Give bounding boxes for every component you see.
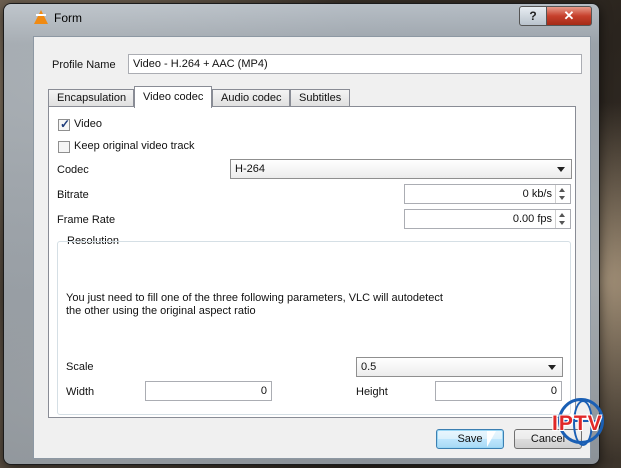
vlc-cone-icon	[34, 10, 48, 24]
frame-rate-value: 0.00 fps	[512, 213, 552, 225]
close-icon: ✕	[563, 8, 575, 23]
form-window: Form ? ✕ Profile Name Video - H.264 + AA…	[4, 4, 599, 464]
width-label: Width	[66, 386, 95, 398]
keep-original-label: Keep original video track	[74, 140, 195, 152]
codec-value: H-264	[235, 163, 265, 175]
bitrate-spin-buttons[interactable]	[555, 185, 570, 203]
window-title: Form	[54, 11, 82, 25]
arrow-up-icon	[559, 213, 565, 217]
codec-select[interactable]: H-264	[230, 159, 572, 179]
tab-label: Subtitles	[299, 92, 342, 104]
video-codec-panel: ✓ Video Keep original video track Codec …	[48, 106, 576, 418]
profile-name-input[interactable]: Video - H.264 + AAC (MP4)	[128, 54, 582, 74]
chevron-down-icon	[548, 365, 556, 370]
bitrate-spinbox[interactable]: 0 kb/s	[404, 184, 571, 204]
mouse-pointer-icon	[486, 430, 497, 448]
resolution-info-line-2: the other using the original aspect rati…	[66, 305, 256, 317]
tab-label: Encapsulation	[57, 92, 127, 104]
help-button[interactable]: ?	[519, 6, 547, 26]
height-label: Height	[356, 386, 388, 398]
chevron-down-icon	[557, 167, 565, 172]
dialog-body: Profile Name Video - H.264 + AAC (MP4) E…	[33, 36, 591, 459]
height-input[interactable]: 0	[435, 381, 562, 401]
bitrate-value: 0 kb/s	[522, 188, 552, 200]
video-checkbox-label: Video	[74, 118, 102, 130]
tab-label: Video codec	[143, 91, 204, 103]
title-bar[interactable]: Form ? ✕	[4, 4, 599, 30]
scale-select[interactable]: 0.5	[356, 357, 563, 377]
profile-name-label: Profile Name	[52, 59, 116, 71]
iptv-watermark-text: IPTV	[552, 412, 603, 435]
keep-original-checkbox[interactable]	[58, 141, 70, 153]
scale-label: Scale	[66, 361, 94, 373]
checkmark-icon: ✓	[60, 117, 71, 131]
arrow-up-icon	[559, 188, 565, 192]
tab-label: Audio codec	[221, 92, 282, 104]
arrow-down-icon	[559, 196, 565, 200]
tab-audio-codec[interactable]: Audio codec	[212, 89, 290, 107]
frame-rate-label: Frame Rate	[57, 214, 116, 226]
iptv-watermark: IPTV	[552, 398, 612, 460]
frame-rate-spinbox[interactable]: 0.00 fps	[404, 209, 571, 229]
tab-video-codec[interactable]: Video codec	[134, 86, 212, 108]
frame-rate-spin-buttons[interactable]	[555, 210, 570, 228]
help-icon: ?	[529, 9, 537, 23]
tab-subtitles[interactable]: Subtitles	[290, 89, 350, 107]
width-input[interactable]: 0	[145, 381, 272, 401]
scale-value: 0.5	[361, 361, 377, 373]
close-button[interactable]: ✕	[546, 6, 592, 26]
arrow-down-icon	[559, 221, 565, 225]
codec-label: Codec	[57, 164, 89, 176]
video-checkbox[interactable]: ✓	[58, 117, 71, 131]
bitrate-label: Bitrate	[57, 189, 89, 201]
resolution-group: You just need to fill one of the three f…	[57, 241, 571, 415]
tab-encapsulation[interactable]: Encapsulation	[48, 89, 134, 107]
resolution-info-line-1: You just need to fill one of the three f…	[66, 292, 443, 304]
